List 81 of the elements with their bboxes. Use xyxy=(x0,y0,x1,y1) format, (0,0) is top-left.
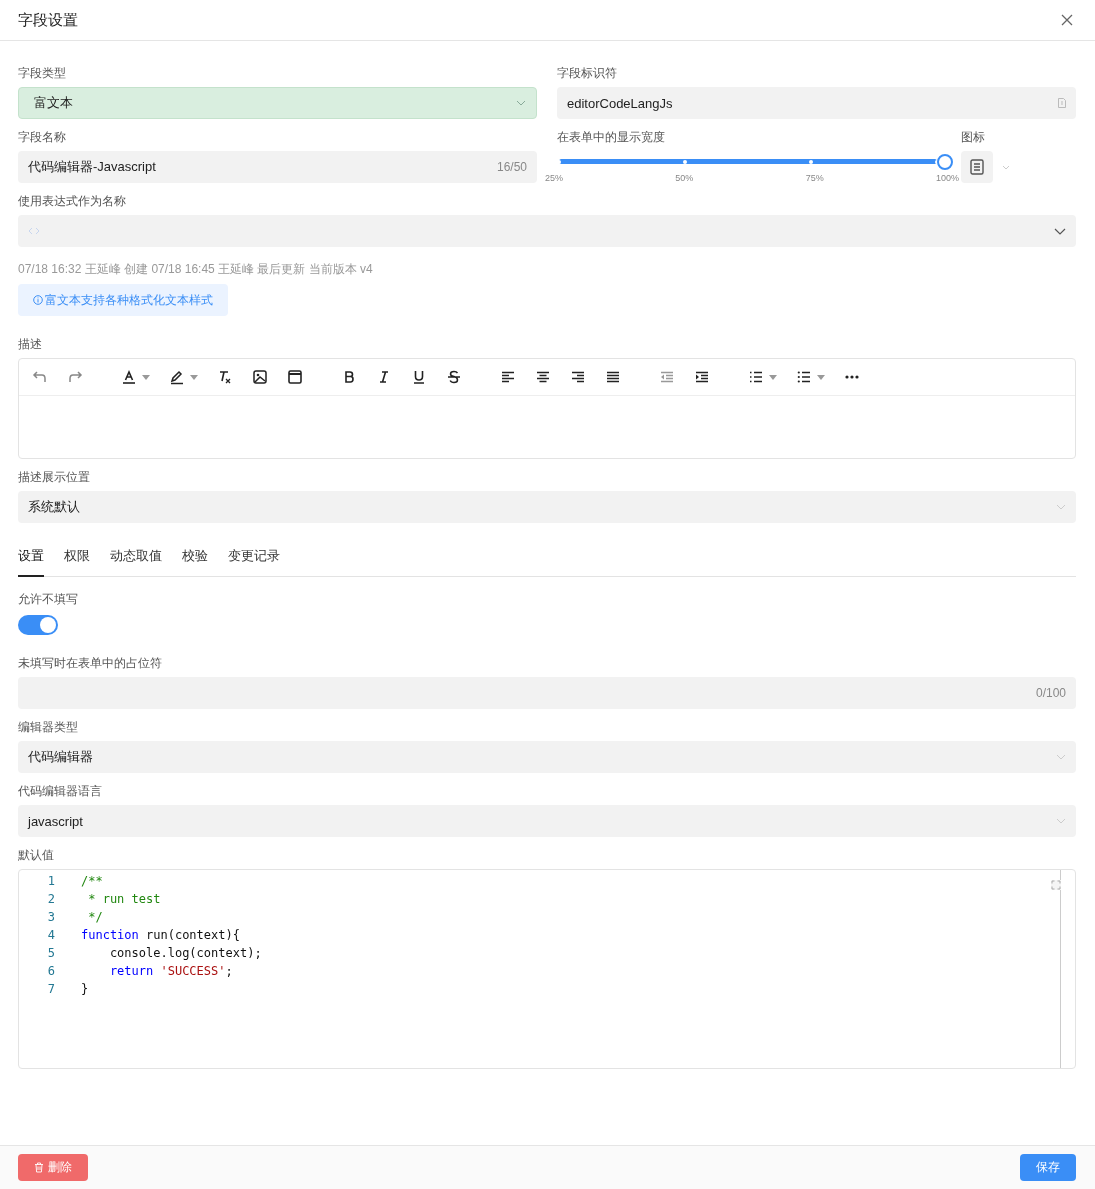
dialog-title: 字段设置 xyxy=(18,10,78,30)
description-position-select[interactable]: 系统默认 xyxy=(18,491,1076,523)
outdent-icon[interactable] xyxy=(659,369,675,385)
image-icon[interactable] xyxy=(252,369,268,385)
line-number: 1 xyxy=(46,874,55,888)
clear-format-icon[interactable] xyxy=(217,369,233,385)
numbered-list-icon[interactable] xyxy=(748,369,764,385)
field-label: 图标 xyxy=(961,129,985,145)
tick-label: 75% xyxy=(805,173,824,183)
caret-icon[interactable] xyxy=(190,374,198,380)
tip-text: 富文本支持各种格式化文本样式 xyxy=(45,291,213,309)
dropdown-select[interactable]: 代码编辑器 xyxy=(18,741,1076,773)
tab[interactable]: 设置 xyxy=(18,547,44,577)
line-number: 5 xyxy=(46,946,55,960)
underline-icon[interactable] xyxy=(411,369,427,385)
tab[interactable]: 变更记录 xyxy=(228,547,280,577)
field-label: 使用表达式作为名称 xyxy=(18,193,126,209)
field-label: 在表单中的显示宽度 xyxy=(557,129,665,145)
field-label: 默认值 xyxy=(18,847,54,863)
version-info: 07/18 16:32 王延峰 创建 07/18 16:45 王延峰 最后更新 当前版本 v4 xyxy=(18,261,374,278)
field-label: 未填写时在表单中的占位符 xyxy=(18,655,162,671)
field-key-input[interactable]: editorCodeLangJs xyxy=(557,87,1076,119)
close-icon[interactable] xyxy=(1061,14,1073,26)
code-line: */ xyxy=(87,910,103,924)
code-editor[interactable]: 1 /** 2 * run test 3 */ 4 function run(context){ 5 console.log(context); 6 return 'SUCCESS'; 7 } xyxy=(18,869,1076,1069)
chevron-down-icon xyxy=(1056,818,1066,824)
field-label: 描述展示位置 xyxy=(18,469,90,485)
caret-icon[interactable] xyxy=(817,374,825,380)
redo-icon[interactable] xyxy=(67,369,83,385)
tab[interactable]: 权限 xyxy=(64,547,90,577)
field-label: 描述 xyxy=(18,336,42,352)
field-label: 编辑器类型 xyxy=(18,719,78,735)
code-line: return 'SUCCESS'; xyxy=(108,964,233,978)
field-name-input[interactable]: 代码编辑器-Javascript 16/50 xyxy=(18,151,537,183)
chevron-down-icon xyxy=(1054,227,1066,235)
code-line: * run test xyxy=(87,892,161,906)
tick-label: 25% xyxy=(545,173,563,183)
indent-icon[interactable] xyxy=(694,369,710,385)
document-icon xyxy=(1058,98,1066,108)
dropdown-select[interactable]: javascript xyxy=(18,805,1076,837)
undo-icon[interactable] xyxy=(32,369,48,385)
info-icon xyxy=(33,295,43,305)
chevron-down-icon xyxy=(516,100,526,106)
line-number: 3 xyxy=(46,910,55,924)
code-line: function run(context){ xyxy=(81,928,240,942)
window-icon[interactable] xyxy=(287,369,303,385)
field-label: 字段标识符 xyxy=(557,65,617,81)
tab[interactable]: 动态取值 xyxy=(110,547,162,577)
toggle-switch[interactable] xyxy=(18,615,58,635)
field-type-select[interactable]: 富文本 xyxy=(18,87,537,119)
line-number: 6 xyxy=(46,964,55,978)
font-color-icon[interactable] xyxy=(121,369,137,385)
trash-icon xyxy=(34,1162,44,1173)
line-number: 4 xyxy=(46,928,55,942)
code-icon xyxy=(28,227,40,235)
pen-icon[interactable] xyxy=(169,369,185,385)
caret-icon[interactable] xyxy=(769,374,777,380)
document-icon xyxy=(970,159,984,175)
align-right-icon[interactable] xyxy=(570,369,586,385)
slider-thumb[interactable] xyxy=(937,154,953,170)
strikethrough-icon[interactable] xyxy=(446,369,462,385)
align-center-icon[interactable] xyxy=(535,369,551,385)
chevron-down-icon xyxy=(1056,754,1066,760)
code-line: console.log(context); xyxy=(108,946,262,960)
tab[interactable]: 校验 xyxy=(182,547,208,577)
code-line: /** xyxy=(81,874,103,888)
field-label: 字段类型 xyxy=(18,65,66,81)
field-label: 允许不填写 xyxy=(18,591,78,607)
tick-label: 100% xyxy=(935,173,959,183)
icon-picker-button[interactable] xyxy=(961,151,993,183)
align-justify-icon[interactable] xyxy=(605,369,621,385)
code-line: } xyxy=(81,982,89,996)
align-left-icon[interactable] xyxy=(500,369,516,385)
tick-label: 50% xyxy=(675,173,694,183)
caret-icon[interactable] xyxy=(142,374,150,380)
field-label: 代码编辑器语言 xyxy=(18,783,102,799)
chevron-down-icon xyxy=(1056,504,1066,510)
field-label: 字段名称 xyxy=(18,129,66,145)
bullet-list-icon[interactable] xyxy=(796,369,812,385)
line-number: 7 xyxy=(46,982,55,996)
line-number: 2 xyxy=(46,892,55,906)
